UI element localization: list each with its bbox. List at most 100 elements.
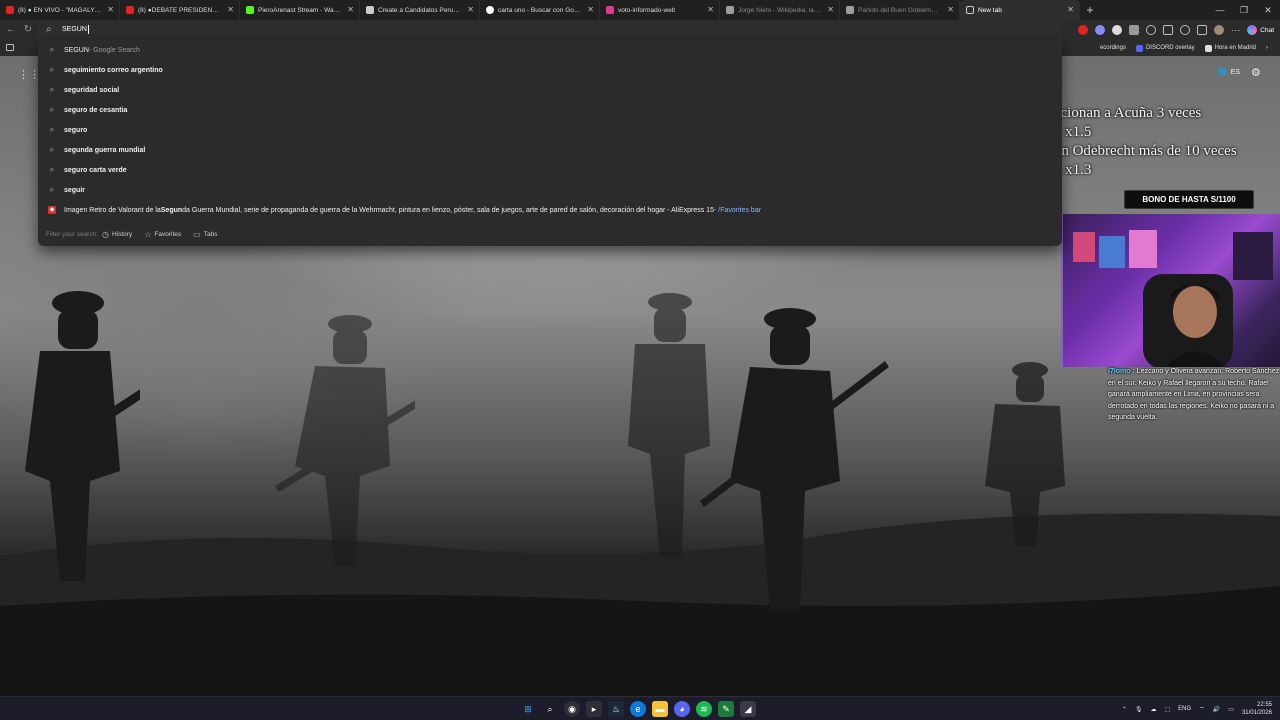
chat-text: Lezcano y Olivera avanzan. Roberto Sánch…: [1108, 368, 1280, 421]
volume-icon[interactable]: 🔊: [1213, 706, 1220, 713]
suggestion-item[interactable]: ⌕ seguro: [38, 120, 1062, 140]
webcam-feed: [1061, 214, 1280, 367]
close-tab-icon[interactable]: ✕: [107, 5, 114, 15]
history-icon[interactable]: [1180, 25, 1191, 35]
sidebar-toggle-icon[interactable]: [6, 44, 14, 51]
settings-gear-icon[interactable]: ⚙: [1251, 66, 1261, 79]
bookmark-discord-overlay[interactable]: DISCORD overlay: [1135, 44, 1195, 52]
extension-white-icon[interactable]: [1112, 25, 1123, 35]
notepad-icon[interactable]: ✎: [718, 701, 734, 717]
back-arrow-icon[interactable]: ←: [4, 23, 18, 37]
copilot-chat-button[interactable]: Chat: [1247, 25, 1274, 35]
filter-history-chip[interactable]: ◷ History: [102, 230, 132, 239]
spotify-icon[interactable]: ≋: [696, 701, 712, 717]
close-tab-icon[interactable]: ✕: [587, 5, 594, 15]
extension-gray-icon[interactable]: [1129, 25, 1140, 35]
search-icon: ⌕: [49, 185, 55, 194]
file-explorer-icon[interactable]: ▬: [652, 701, 668, 717]
history-icon: ◷: [102, 229, 109, 239]
google-icon: [486, 6, 494, 14]
system-tray: ⌃ 🎙 ☁ ⬚ ENG ⌔ 🔊 ▭ 22:55 31/01/2026: [1122, 697, 1272, 720]
search-icon: ⌕: [49, 85, 55, 94]
tab[interactable]: Create a Candidatos Peru 2026 Tie✕: [360, 0, 480, 20]
favorites-star-icon[interactable]: [1163, 25, 1174, 35]
filter-favorites-chip[interactable]: ☆ Favorites: [144, 230, 181, 239]
more-bookmarks-chevron-icon[interactable]: ›: [1266, 45, 1268, 51]
overlay-line: 30so x1.5: [1033, 124, 1092, 140]
app-icon[interactable]: ▸: [586, 701, 602, 717]
search-icon: ⌕: [49, 145, 55, 154]
soldier-silhouette: [25, 291, 140, 581]
text-cursor: [87, 24, 89, 34]
clock[interactable]: 22:55 31/01/2026: [1242, 701, 1272, 717]
extension-blue-icon[interactable]: [1095, 25, 1106, 35]
new-tab-plus-icon[interactable]: +: [1080, 3, 1100, 17]
suggestion-favorite[interactable]: ◆ Imagen Retro de Valorant de la Segun da…: [38, 200, 1062, 220]
chat-username: l7lomo :: [1108, 368, 1135, 375]
suggestion-item[interactable]: ⌕ segunda guerra mundial: [38, 140, 1062, 160]
suggestion-item[interactable]: ⌕ seguro de cesantia: [38, 100, 1062, 120]
newtab-icon: [966, 6, 974, 14]
tab[interactable]: (8) ● EN VIVO - "MAGALY TV LA✕: [0, 0, 120, 20]
tab-active[interactable]: New tab ✕: [960, 0, 1080, 20]
filter-tabs-chip[interactable]: ▭ Tabs: [193, 230, 217, 239]
active-app-icon[interactable]: ◢: [740, 701, 756, 717]
refresh-icon[interactable]: ↻: [21, 23, 35, 37]
collections-icon[interactable]: [1197, 25, 1208, 35]
tab[interactable]: Jorge Nieto - Wikipedia, la enciclo✕: [720, 0, 840, 20]
bookmark-recordings[interactable]: ecordings: [1100, 45, 1126, 51]
tab[interactable]: (8) ●DEBATE PRESIDENCIAL 202✕: [120, 0, 240, 20]
profile-avatar-icon[interactable]: [1214, 25, 1225, 35]
close-tab-icon[interactable]: ✕: [827, 5, 834, 15]
suggestion-item[interactable]: ⌕ seguimiento correo argentino: [38, 60, 1062, 80]
clock-icon: [1204, 44, 1212, 52]
tab[interactable]: carta uno - Buscar con Google ✕: [480, 0, 600, 20]
discord-icon[interactable]: ◕: [674, 701, 690, 717]
window-controls: — ❐ ✕: [1208, 0, 1280, 20]
close-tab-icon[interactable]: ✕: [467, 5, 474, 15]
input-language[interactable]: ENG: [1178, 706, 1191, 712]
extensions-puzzle-icon[interactable]: [1146, 25, 1157, 35]
wifi-icon[interactable]: ⌔: [1199, 705, 1205, 713]
wall-poster: [1129, 230, 1157, 268]
edge-icon[interactable]: e: [630, 701, 646, 717]
bono-banner: BONO DE HASTA S/1100: [1124, 190, 1254, 209]
tab-strip: (8) ● EN VIVO - "MAGALY TV LA✕ (8) ●DEBA…: [0, 0, 1280, 20]
microphone-icon[interactable]: 🎙: [1135, 706, 1143, 713]
close-tab-icon[interactable]: ✕: [347, 5, 354, 15]
close-tab-icon[interactable]: ✕: [227, 5, 234, 15]
address-input[interactable]: SEGUN: [62, 20, 962, 40]
obs-icon[interactable]: ◉: [564, 701, 580, 717]
tray-chevron-icon[interactable]: ⌃: [1122, 706, 1127, 713]
close-tab-icon[interactable]: ✕: [707, 5, 714, 15]
steam-icon[interactable]: ♨: [608, 701, 624, 717]
bookmark-hora-madrid[interactable]: Hora en Madrid: [1204, 44, 1256, 52]
cloud-icon[interactable]: ☁: [1150, 706, 1156, 713]
voto-informado-icon: [606, 6, 614, 14]
address-bar[interactable]: ⌕ SEGUN: [38, 20, 1062, 40]
battery-icon[interactable]: ▭: [1228, 706, 1234, 713]
tray-app-icon[interactable]: ⬚: [1164, 706, 1170, 713]
stream-chat-message: l7lomo : Lezcano y Olivera avanzan. Robe…: [1108, 366, 1280, 424]
search-icon[interactable]: ⌕: [542, 701, 558, 717]
youtube-icon: [6, 6, 14, 14]
close-tab-icon[interactable]: ✕: [1067, 5, 1074, 15]
minimize-icon[interactable]: —: [1208, 0, 1232, 20]
suggestion-item[interactable]: ⌕ seguir: [38, 180, 1062, 200]
tab[interactable]: Partido del Buen Gobierno - Wikip✕: [840, 0, 960, 20]
suggestion-google-search[interactable]: ⌕ SEGUN - Google Search: [38, 40, 1062, 60]
tab[interactable]: PieroArenast Stream - Watch Live✕: [240, 0, 360, 20]
suggestion-item[interactable]: ⌕ seguro carta verde: [38, 160, 1062, 180]
aliexpress-icon: ◆: [48, 206, 56, 214]
more-menu-icon[interactable]: ⋯: [1231, 25, 1240, 36]
windows-start-icon[interactable]: ⊞: [520, 701, 536, 717]
overlay-line: Dicen Odebrecht más de 10 veces: [1033, 143, 1237, 159]
close-tab-icon[interactable]: ✕: [947, 5, 954, 15]
language-button[interactable]: 🌐 ES: [1218, 68, 1240, 77]
extension-red-icon[interactable]: [1078, 25, 1089, 35]
copilot-icon: [1247, 25, 1258, 35]
close-window-icon[interactable]: ✕: [1256, 0, 1280, 20]
tab[interactable]: voto-informado-web ✕: [600, 0, 720, 20]
maximize-icon[interactable]: ❐: [1232, 0, 1256, 20]
suggestion-item[interactable]: ⌕ seguridad social: [38, 80, 1062, 100]
